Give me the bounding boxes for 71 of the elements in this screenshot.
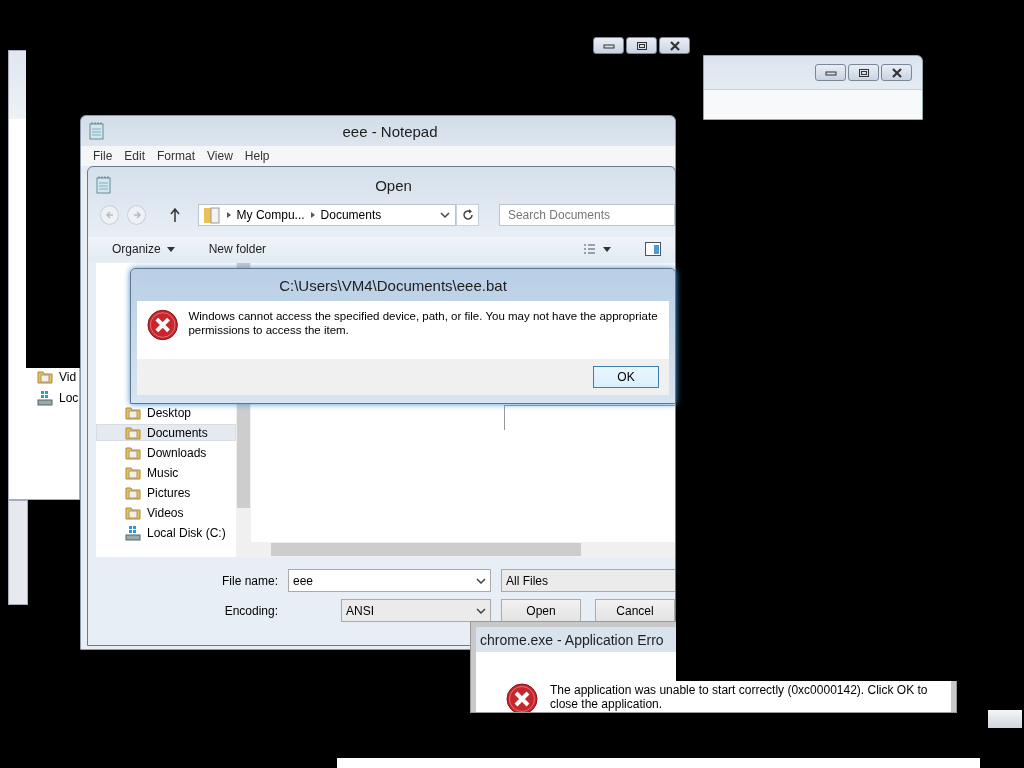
nav-item[interactable]: Videos: [96, 504, 236, 521]
folder-icon: [125, 424, 141, 441]
menu-item[interactable]: Edit: [118, 149, 152, 163]
nav-item[interactable]: Music: [96, 464, 236, 481]
back-arrow-icon: [104, 210, 115, 220]
folder-icon: [125, 484, 141, 501]
caret-icon: [476, 577, 486, 584]
window-background: [988, 710, 1022, 728]
dialog-button[interactable]: Open: [501, 599, 581, 622]
ok-button[interactable]: OK: [593, 366, 659, 388]
field-label: Encoding:: [223, 603, 278, 618]
address-bar[interactable]: My Compu... Documents: [197, 204, 457, 226]
folder-icon: [125, 444, 141, 461]
dialog-button[interactable]: Cancel: [595, 599, 675, 622]
drive-icon: [125, 524, 141, 541]
drive-icon: [37, 390, 53, 406]
notepad-icon: [89, 122, 105, 140]
maximize-icon: [857, 67, 870, 78]
dialog-title: chrome.exe - Application Erro: [480, 631, 664, 648]
menu-item[interactable]: Help: [238, 149, 276, 163]
notepad-icon: [96, 176, 112, 194]
nav-item[interactable]: Pictures: [96, 484, 236, 501]
caret-icon: [476, 607, 486, 614]
minimize-icon: [824, 68, 837, 77]
list-view-icon: [583, 243, 611, 255]
nav-item[interactable]: Local Disk (C:): [96, 524, 236, 541]
minimize-icon: [602, 41, 615, 50]
caret-icon: [440, 211, 451, 219]
maximize-button[interactable]: [848, 64, 879, 81]
folder-icon: [202, 206, 221, 224]
nav-item[interactable]: Vid: [59, 370, 77, 384]
window-title: eee - Notepad: [341, 122, 439, 140]
dialog-title: C:\Users\VM4\Documents\eee.bat: [278, 276, 508, 294]
folder-icon: [125, 464, 141, 481]
nav-item[interactable]: Documents: [96, 424, 236, 441]
organize-button[interactable]: Organize: [106, 240, 181, 258]
minimize-button[interactable]: [593, 37, 624, 54]
folder-icon: [125, 404, 141, 421]
error-message: The application was unable to start correctly (0xc0000142). Click OK to close the application.: [550, 683, 929, 711]
close-button[interactable]: [659, 37, 690, 54]
search-field[interactable]: Search Documents: [498, 204, 675, 226]
folder-icon: [125, 504, 141, 521]
field-label: File name:: [220, 573, 278, 588]
file-type-dropdown[interactable]: All Files: [501, 569, 675, 592]
error-icon: [147, 309, 179, 341]
encoding-dropdown[interactable]: ANSI: [341, 599, 491, 622]
up-arrow-icon[interactable]: [170, 208, 180, 222]
forward-arrow-icon: [131, 210, 142, 220]
close-icon: [890, 67, 903, 78]
folder-icon: [37, 369, 53, 385]
close-icon: [668, 40, 681, 51]
nav-item[interactable]: Desktop: [96, 404, 236, 421]
file-name-field[interactable]: eee: [288, 569, 491, 592]
chevron-icon: [308, 211, 317, 219]
menu-item[interactable]: Format: [151, 149, 202, 163]
maximize-button[interactable]: [626, 37, 657, 54]
nav-item[interactable]: Downloads: [96, 444, 236, 461]
preview-pane-icon: [645, 242, 661, 256]
refresh-icon: [461, 209, 474, 221]
caret-icon: [166, 246, 175, 252]
new-folder-button[interactable]: New folder: [202, 240, 273, 258]
chevron-icon: [224, 211, 233, 219]
close-button[interactable]: [881, 64, 912, 81]
menu-item[interactable]: File: [87, 149, 119, 163]
menu-item[interactable]: View: [201, 149, 239, 163]
maximize-icon: [635, 40, 648, 51]
error-message: Windows cannot access the specified device, path, or file. You may not have the appropriate permissions to access the item.: [188, 309, 659, 337]
scrollbar[interactable]: [251, 542, 675, 557]
nav-item[interactable]: Loc: [59, 391, 79, 405]
refresh-button[interactable]: [456, 204, 479, 226]
dialog-title: Open: [374, 176, 413, 194]
